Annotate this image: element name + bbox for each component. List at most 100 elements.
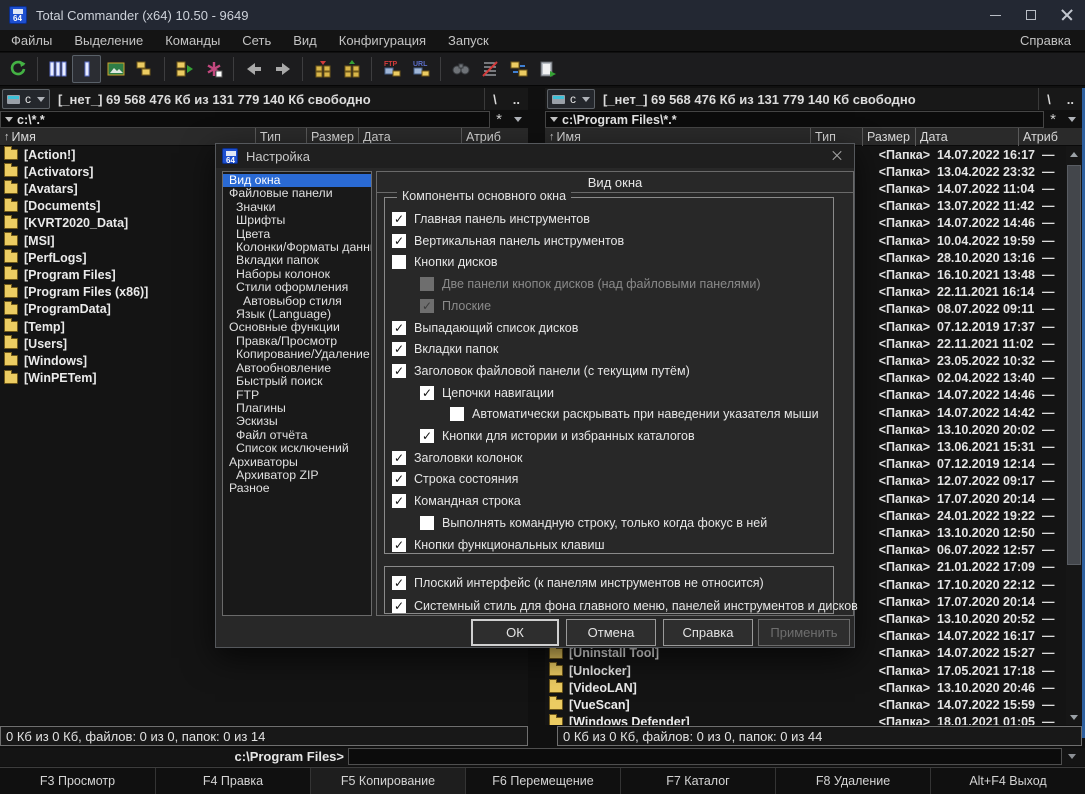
sync-dirs-icon[interactable] bbox=[504, 55, 533, 83]
history-dropdown-icon[interactable] bbox=[514, 117, 522, 122]
fn-button-F5[interactable]: F5 Копирование bbox=[310, 768, 465, 794]
history-dropdown-icon[interactable] bbox=[1068, 117, 1076, 122]
settings-tree-item[interactable]: Архиватор ZIP bbox=[223, 469, 371, 482]
menu-item-Команды[interactable]: Команды bbox=[154, 30, 231, 52]
column-header-Имя[interactable]: ↑Имя bbox=[0, 128, 36, 146]
checkbox-unchecked[interactable] bbox=[392, 255, 406, 269]
minimize-button[interactable] bbox=[977, 0, 1013, 30]
left-root-button[interactable]: \ bbox=[485, 92, 505, 107]
view-full-icon[interactable] bbox=[43, 55, 72, 83]
checkbox-checked[interactable]: ✓ bbox=[392, 321, 406, 335]
settings-tree-item[interactable]: Файл отчёта bbox=[223, 429, 371, 442]
checkbox-unchecked[interactable] bbox=[450, 407, 464, 421]
checkbox-checked[interactable]: ✓ bbox=[392, 364, 406, 378]
settings-tree-item[interactable]: Разное bbox=[223, 482, 371, 495]
checkbox-checked[interactable]: ✓ bbox=[392, 451, 406, 465]
dir-branch-icon[interactable] bbox=[170, 55, 199, 83]
clipboard-icon[interactable] bbox=[533, 55, 562, 83]
checkbox-row[interactable]: ✓Цепочки навигации bbox=[420, 384, 554, 402]
left-path-box[interactable]: c:\*.* bbox=[0, 111, 490, 128]
checkbox-row[interactable]: ✓Кнопки функциональных клавиш bbox=[392, 536, 604, 554]
checkbox-row[interactable]: Автоматически раскрывать при наведении у… bbox=[450, 405, 819, 423]
checkbox-checked[interactable]: ✓ bbox=[420, 429, 434, 443]
checkbox-row[interactable]: ✓Системный стиль для фона главного меню,… bbox=[392, 597, 858, 615]
view-tree-icon[interactable] bbox=[130, 55, 159, 83]
settings-tree-item[interactable]: Копирование/Удаление bbox=[223, 348, 371, 361]
file-row[interactable]: [Windows Defender]<Папка>18.01.2021 01:0… bbox=[545, 714, 1066, 725]
checkbox-checked[interactable]: ✓ bbox=[392, 212, 406, 226]
dialog-button-help[interactable]: Справка bbox=[663, 619, 753, 646]
scroll-down-icon[interactable] bbox=[1066, 709, 1082, 725]
checkbox-row[interactable]: ✓Главная панель инструментов bbox=[392, 210, 590, 228]
settings-tree-item[interactable]: Быстрый поиск bbox=[223, 375, 371, 388]
command-line-input[interactable] bbox=[348, 748, 1062, 765]
back-icon[interactable] bbox=[239, 55, 268, 83]
settings-tree-item[interactable]: Язык (Language) bbox=[223, 308, 371, 321]
pack-icon[interactable] bbox=[308, 55, 337, 83]
settings-tree-item[interactable]: Значки bbox=[223, 201, 371, 214]
right-root-button[interactable]: \ bbox=[1039, 92, 1059, 107]
right-path-box[interactable]: c:\Program Files\*.* bbox=[545, 111, 1044, 128]
menu-item-Конфигурация[interactable]: Конфигурация bbox=[328, 30, 437, 52]
checkbox-unchecked[interactable] bbox=[420, 516, 434, 530]
refresh-icon[interactable] bbox=[3, 55, 32, 83]
checkbox-row[interactable]: ✓Заголовки колонок bbox=[392, 449, 522, 467]
checkbox-row[interactable]: ✓Выпадающий список дисков bbox=[392, 319, 578, 337]
right-drive-combo[interactable]: c bbox=[547, 89, 595, 109]
settings-tree-item[interactable]: Вид окна bbox=[223, 174, 371, 187]
settings-tree-item[interactable]: Автовыбор стиля bbox=[223, 295, 371, 308]
dialog-button-cancel[interactable]: Отмена bbox=[566, 619, 656, 646]
right-up-button[interactable]: .. bbox=[1059, 92, 1082, 107]
file-row[interactable]: [Unlocker]<Папка>17.05.2021 17:18— bbox=[545, 662, 1066, 679]
checkbox-row[interactable]: Две панели кнопок дисков (над файловыми … bbox=[420, 275, 761, 293]
settings-tree-item[interactable]: Плагины bbox=[223, 402, 371, 415]
file-row[interactable]: [VueScan]<Папка>14.07.2022 15:59— bbox=[545, 696, 1066, 713]
checkbox-checked[interactable]: ✓ bbox=[392, 472, 406, 486]
scroll-up-icon[interactable] bbox=[1066, 146, 1082, 162]
command-history-icon[interactable] bbox=[1068, 754, 1076, 759]
view-brief-icon[interactable] bbox=[72, 55, 101, 83]
settings-tree-item[interactable]: Колонки/Форматы данных bbox=[223, 241, 371, 254]
file-row[interactable]: [VideoLAN]<Папка>13.10.2020 20:46— bbox=[545, 679, 1066, 696]
forward-icon[interactable] bbox=[268, 55, 297, 83]
settings-tree-item[interactable]: Цвета bbox=[223, 228, 371, 241]
scrollbar-thumb[interactable] bbox=[1067, 165, 1081, 565]
ftp-url-icon[interactable]: URL bbox=[406, 55, 435, 83]
fn-button-F3[interactable]: F3 Просмотр bbox=[0, 768, 155, 794]
checkbox-row[interactable]: ✓Вертикальная панель инструментов bbox=[392, 232, 624, 250]
settings-tree-item[interactable]: Автообновление bbox=[223, 362, 371, 375]
ftp-connect-icon[interactable]: FTP bbox=[377, 55, 406, 83]
fn-button-F8[interactable]: F8 Удаление bbox=[775, 768, 930, 794]
fn-button-Alt+F4[interactable]: Alt+F4 Выход bbox=[930, 768, 1085, 794]
settings-tree-item[interactable]: Эскизы bbox=[223, 415, 371, 428]
settings-tree-item[interactable]: Стили оформления bbox=[223, 281, 371, 294]
checkbox-checked[interactable]: ✓ bbox=[392, 538, 406, 552]
menu-item-Сеть[interactable]: Сеть bbox=[231, 30, 282, 52]
settings-tree-item[interactable]: Список исключений bbox=[223, 442, 371, 455]
fn-button-F4[interactable]: F4 Правка bbox=[155, 768, 310, 794]
menu-item-Вид[interactable]: Вид bbox=[282, 30, 328, 52]
unpack-icon[interactable] bbox=[337, 55, 366, 83]
menu-item-Запуск[interactable]: Запуск bbox=[437, 30, 500, 52]
favorites-star-icon[interactable]: * bbox=[496, 115, 502, 125]
checkbox-row[interactable]: Выполнять командную строку, только когда… bbox=[420, 514, 767, 532]
checkbox-checked[interactable]: ✓ bbox=[420, 386, 434, 400]
close-button[interactable] bbox=[1049, 0, 1085, 30]
settings-tree-item[interactable]: Наборы колонок bbox=[223, 268, 371, 281]
checkbox-row[interactable]: Кнопки дисков bbox=[392, 253, 498, 271]
dialog-button-ok[interactable]: ОК bbox=[471, 619, 559, 646]
checkbox-checked[interactable]: ✓ bbox=[392, 342, 406, 356]
fn-button-F6[interactable]: F6 Перемещение bbox=[465, 768, 620, 794]
checkbox-checked[interactable]: ✓ bbox=[392, 234, 406, 248]
checkbox-row[interactable]: ✓Плоские bbox=[420, 297, 491, 315]
checkbox-checked[interactable]: ✓ bbox=[420, 299, 434, 313]
menu-item-Файлы[interactable]: Файлы bbox=[0, 30, 63, 52]
checkbox-row[interactable]: ✓Кнопки для истории и избранных каталого… bbox=[420, 427, 695, 445]
settings-star-icon[interactable] bbox=[199, 55, 228, 83]
favorites-star-icon[interactable]: * bbox=[1050, 115, 1056, 125]
column-header-Атриб[interactable]: Атриб bbox=[1018, 128, 1058, 146]
menu-help[interactable]: Справка bbox=[1006, 33, 1085, 48]
view-thumbs-icon[interactable] bbox=[101, 55, 130, 83]
settings-tree-item[interactable]: Вкладки папок bbox=[223, 254, 371, 267]
column-header-Дата[interactable]: Дата bbox=[915, 128, 948, 146]
